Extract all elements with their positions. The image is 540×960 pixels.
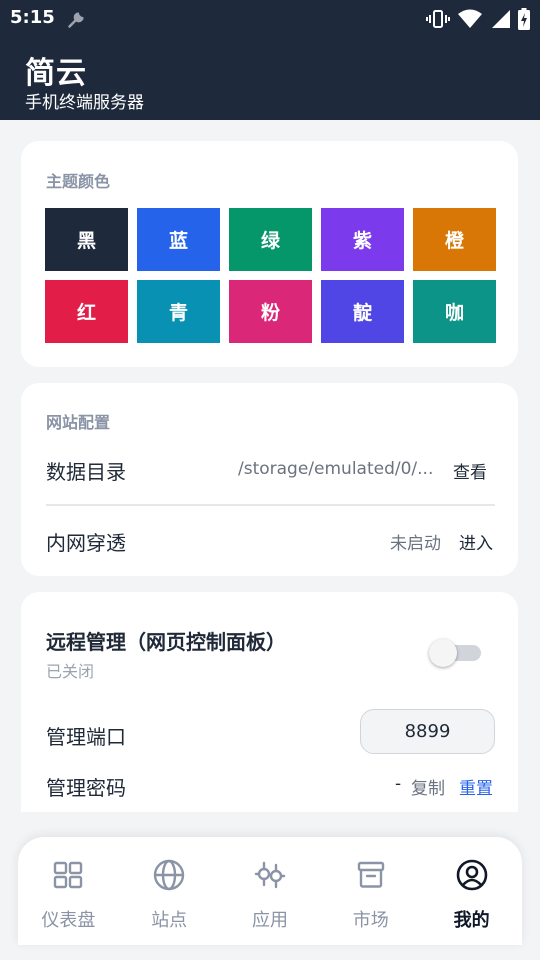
theme-swatch-grid: 黑 蓝 绿 紫 橙 红 青 粉 靛 咖 bbox=[45, 208, 496, 343]
app-header: 5:15 简云 手机终端服务器 bbox=[0, 0, 540, 120]
vibrate-icon bbox=[426, 10, 450, 28]
nav-label: 仪表盘 bbox=[41, 910, 96, 931]
swatch-blue[interactable]: 蓝 bbox=[137, 208, 220, 271]
remote-toggle[interactable] bbox=[429, 639, 481, 667]
data-dir-path: /storage/emulated/0/... bbox=[238, 459, 434, 479]
remote-title: 远程管理（网页控制面板） bbox=[46, 630, 286, 654]
battery-icon bbox=[518, 8, 530, 30]
swatch-label: 红 bbox=[76, 302, 96, 324]
swatch-label: 黑 bbox=[76, 230, 96, 252]
nav-item-apps[interactable]: 应用 bbox=[220, 837, 321, 945]
copy-password-button[interactable]: 复制 bbox=[411, 774, 445, 799]
swatch-coffee[interactable]: 咖 bbox=[413, 280, 496, 343]
wifi-icon bbox=[458, 9, 482, 28]
password-value: - bbox=[395, 774, 402, 794]
swatch-label: 青 bbox=[168, 302, 188, 324]
nav-item-mine[interactable]: 我的 bbox=[421, 837, 522, 945]
nav-item-market[interactable]: 市场 bbox=[320, 837, 421, 945]
section-label-site: 网站配置 bbox=[46, 413, 111, 432]
nav-label: 站点 bbox=[151, 910, 188, 931]
swatch-pink[interactable]: 粉 bbox=[229, 280, 312, 343]
port-input[interactable]: 8899 bbox=[360, 709, 495, 754]
intranet-label: 内网穿透 bbox=[46, 531, 126, 555]
swatch-red[interactable]: 红 bbox=[45, 280, 128, 343]
app-subtitle: 手机终端服务器 bbox=[25, 93, 144, 113]
swatch-label: 蓝 bbox=[168, 230, 188, 252]
user-icon bbox=[456, 859, 487, 891]
swatch-black[interactable]: 黑 bbox=[45, 208, 128, 271]
app-title: 简云 bbox=[25, 56, 87, 91]
remote-status: 已关闭 bbox=[46, 662, 95, 681]
nav-item-dashboard[interactable]: 仪表盘 bbox=[18, 837, 119, 945]
data-dir-label: 数据目录 bbox=[46, 460, 126, 484]
swatch-label: 橙 bbox=[444, 230, 464, 252]
swatch-green[interactable]: 绿 bbox=[229, 208, 312, 271]
signal-icon bbox=[492, 10, 510, 28]
dashboard-icon bbox=[54, 861, 83, 889]
globe-icon bbox=[153, 859, 185, 891]
archive-icon bbox=[357, 861, 384, 888]
section-label-theme: 主题颜色 bbox=[46, 172, 111, 191]
site-config-card: 网站配置 数据目录 /storage/emulated/0/... 查看 内网穿… bbox=[21, 383, 518, 576]
status-bar: 5:15 bbox=[0, 0, 540, 38]
swatch-purple[interactable]: 紫 bbox=[321, 208, 404, 271]
enter-intranet-button[interactable]: 进入 bbox=[459, 529, 493, 554]
swatch-indigo[interactable]: 靛 bbox=[321, 280, 404, 343]
apps-icon bbox=[254, 861, 286, 889]
nav-label: 市场 bbox=[352, 910, 389, 931]
password-label: 管理密码 bbox=[46, 776, 126, 800]
port-label: 管理端口 bbox=[46, 725, 126, 749]
status-time: 5:15 bbox=[10, 7, 55, 28]
swatch-orange[interactable]: 橙 bbox=[413, 208, 496, 271]
swatch-label: 咖 bbox=[444, 302, 464, 324]
reset-password-button[interactable]: 重置 bbox=[459, 774, 493, 799]
theme-color-card: 主题颜色 黑 蓝 绿 紫 橙 红 青 粉 靛 咖 bbox=[21, 141, 518, 367]
nav-label: 应用 bbox=[251, 910, 288, 931]
nav-label: 我的 bbox=[453, 910, 490, 931]
swatch-label: 靛 bbox=[352, 302, 372, 324]
swatch-label: 绿 bbox=[260, 230, 280, 252]
swatch-label: 紫 bbox=[352, 230, 372, 252]
status-icons bbox=[426, 8, 530, 30]
wrench-icon bbox=[68, 12, 84, 28]
bottom-nav: 仪表盘 站点 应用 市场 我的 bbox=[18, 837, 522, 945]
nav-item-sites[interactable]: 站点 bbox=[119, 837, 220, 945]
intranet-status: 未启动 bbox=[390, 534, 441, 554]
view-data-dir-button[interactable]: 查看 bbox=[453, 458, 487, 483]
swatch-label: 粉 bbox=[260, 302, 280, 324]
swatch-cyan[interactable]: 青 bbox=[137, 280, 220, 343]
divider bbox=[46, 504, 495, 506]
remote-management-card: 远程管理（网页控制面板） 已关闭 管理端口 8899 管理密码 - 复制 重置 bbox=[21, 592, 518, 812]
toggle-thumb bbox=[429, 639, 457, 667]
